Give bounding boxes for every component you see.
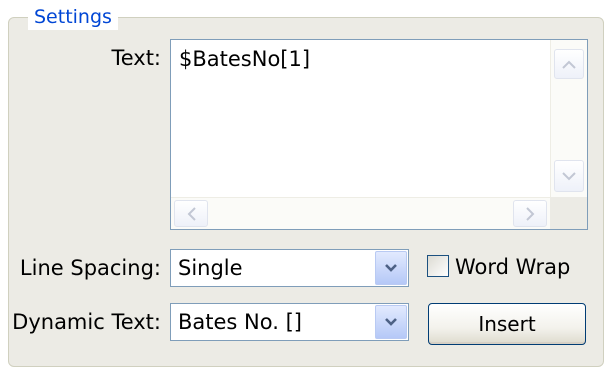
settings-group-title: Settings [28, 4, 118, 30]
word-wrap-checkbox[interactable] [427, 255, 449, 277]
text-input[interactable]: $BatesNo[1] [170, 39, 588, 230]
dynamic-text-label: Dynamic Text: [12, 310, 161, 334]
word-wrap-label[interactable]: Word Wrap [455, 253, 570, 281]
vertical-scrollbar[interactable] [550, 40, 587, 197]
dynamic-text-select[interactable]: Bates No. [] [170, 303, 409, 341]
chevron-up-icon[interactable] [554, 49, 584, 79]
horizontal-scrollbar[interactable] [171, 197, 550, 229]
chevron-right-icon[interactable] [513, 200, 547, 227]
line-spacing-value: Single [178, 256, 243, 280]
insert-button[interactable]: Insert [428, 303, 586, 345]
text-input-value: $BatesNo[1] [179, 47, 311, 71]
dropdown-arrow-icon[interactable] [375, 251, 407, 285]
line-spacing-label: Line Spacing: [19, 256, 161, 280]
chevron-down-icon[interactable] [554, 160, 584, 192]
dropdown-arrow-icon[interactable] [375, 305, 407, 339]
chevron-left-icon[interactable] [174, 200, 208, 227]
settings-panel: Settings Text: $BatesNo[1] Line Spacing:… [0, 0, 613, 377]
line-spacing-select[interactable]: Single [170, 249, 409, 287]
text-label: Text: [111, 46, 161, 70]
scrollbar-corner [550, 197, 587, 229]
dynamic-text-value: Bates No. [] [178, 310, 302, 334]
